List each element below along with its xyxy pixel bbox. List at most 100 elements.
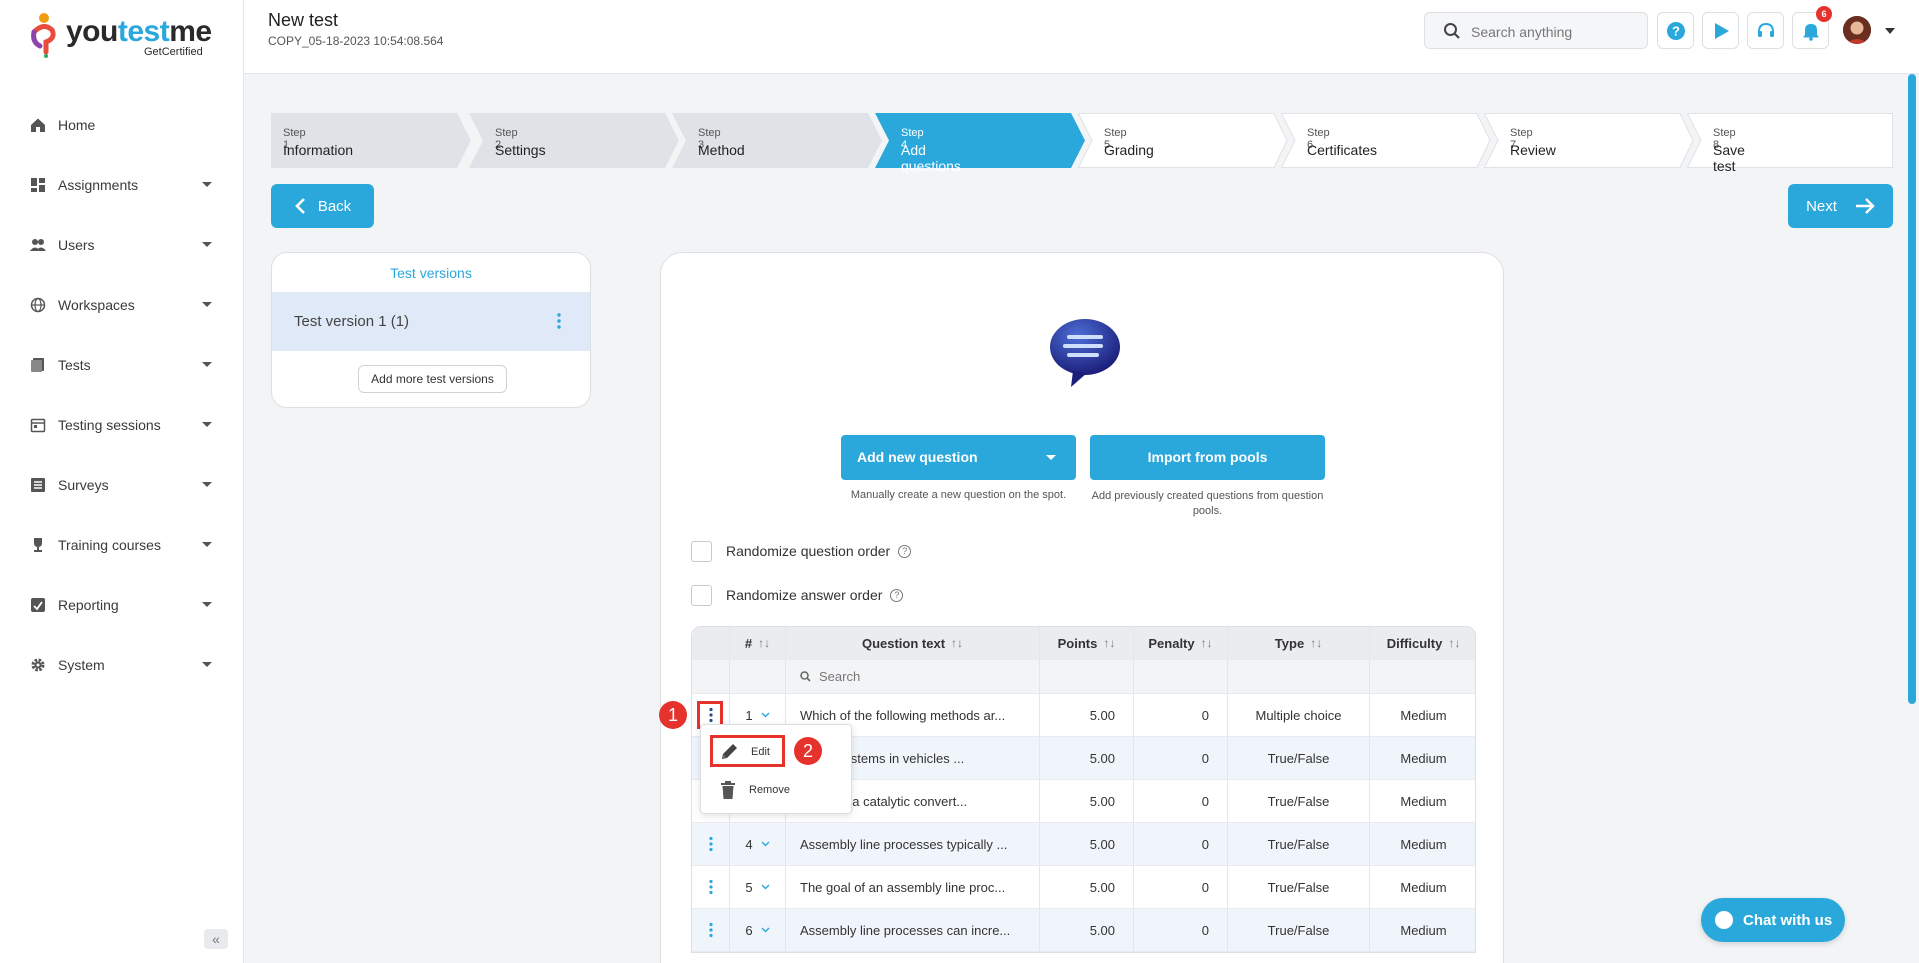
sidebar-nav: Home Assignments Users Workspaces Tests …: [0, 95, 244, 695]
table-row[interactable]: 4 Assembly line processes typically ... …: [692, 823, 1475, 866]
logo[interactable]: youtestme GetCertified: [30, 10, 220, 60]
chevron-down-icon[interactable]: [761, 712, 770, 718]
page-scrollbar[interactable]: [1908, 74, 1916, 704]
back-button-label: Back: [317, 197, 352, 215]
sidebar-item-label: Assignments: [58, 177, 139, 193]
sort-icon: ↑↓: [1103, 636, 1116, 650]
step-name: Review: [1510, 142, 1556, 158]
back-button[interactable]: Back: [271, 184, 374, 228]
more-vertical-icon[interactable]: [708, 922, 713, 938]
sidebar-item-training-courses[interactable]: Training courses: [0, 515, 244, 575]
header-question-text[interactable]: Question text ↑↓: [786, 627, 1040, 659]
sidebar-item-reporting[interactable]: Reporting: [0, 575, 244, 635]
add-new-question-button[interactable]: Add new question: [841, 435, 1076, 480]
arrow-right-icon: [1855, 198, 1875, 214]
search-input[interactable]: Search anything: [1424, 12, 1648, 49]
filter-cell: [730, 660, 786, 693]
help-circle-icon[interactable]: ?: [898, 544, 912, 558]
play-button[interactable]: [1702, 12, 1739, 49]
list-icon: [31, 478, 45, 492]
sort-icon: ↑↓: [758, 636, 771, 650]
chevron-down-icon[interactable]: [1885, 28, 1895, 34]
sort-icon: ↑↓: [1200, 636, 1213, 650]
import-from-pools-button[interactable]: Import from pools: [1090, 435, 1325, 480]
sidebar-item-home[interactable]: Home: [0, 95, 244, 155]
points-cell: 5.00: [1040, 694, 1134, 736]
support-button[interactable]: [1747, 12, 1784, 49]
row-number-cell: 4: [730, 823, 786, 865]
chevron-down-icon[interactable]: [761, 927, 770, 933]
sidebar-item-label: Testing sessions: [58, 417, 161, 433]
filter-cell: [692, 660, 730, 693]
question-search-input[interactable]: Search: [786, 660, 1040, 693]
sidebar-item-label: Workspaces: [58, 297, 135, 313]
sidebar-item-workspaces[interactable]: Workspaces: [0, 275, 244, 335]
chevron-down-icon: [202, 542, 212, 547]
difficulty-cell: Medium: [1400, 707, 1447, 723]
more-vertical-icon[interactable]: [708, 879, 713, 895]
test-version-row[interactable]: Test version 1 (1): [272, 293, 590, 351]
header-type[interactable]: Type ↑↓: [1228, 627, 1370, 659]
chat-icon: [1715, 911, 1733, 929]
header-number[interactable]: # ↑↓: [730, 627, 786, 659]
more-vertical-icon[interactable]: [708, 836, 713, 852]
chevron-down-icon: [202, 182, 212, 187]
sidebar-item-surveys[interactable]: Surveys: [0, 455, 244, 515]
globe-icon: [30, 297, 46, 313]
more-vertical-icon[interactable]: [556, 311, 562, 331]
notifications-button[interactable]: 6: [1792, 6, 1832, 49]
randomize-answers-row: Randomize answer order ?: [691, 584, 904, 606]
sidebar-item-tests[interactable]: Tests: [0, 335, 244, 395]
header-question-text-label: Question text: [861, 635, 946, 651]
sidebar-item-users[interactable]: Users: [0, 215, 244, 275]
randomize-answers-checkbox[interactable]: [691, 584, 712, 606]
sidebar: youtestme GetCertified Home Assignments …: [0, 0, 244, 963]
logo-text-part2: test: [117, 15, 170, 48]
add-test-versions-button[interactable]: Add more test versions: [358, 365, 507, 393]
sidebar-item-system[interactable]: System: [0, 635, 244, 695]
type-cell: True/False: [1228, 823, 1370, 865]
sidebar-item-assignments[interactable]: Assignments: [0, 155, 244, 215]
headset-icon: [1757, 22, 1774, 37]
chevron-down-icon: [202, 602, 212, 607]
chevron-down-icon: [202, 422, 212, 427]
type-cell: True/False: [1228, 866, 1370, 908]
calendar-icon: [30, 418, 46, 433]
help-circle-icon[interactable]: ?: [890, 588, 904, 602]
chevron-down-icon: [202, 242, 212, 247]
step-name: Certificates: [1307, 142, 1378, 158]
table-row[interactable]: 5 The goal of an assembly line proc... 5…: [692, 866, 1475, 909]
sidebar-item-label: System: [58, 657, 105, 673]
randomize-questions-checkbox[interactable]: [691, 540, 712, 562]
type-cell: True/False: [1228, 909, 1370, 951]
header-penalty[interactable]: Penalty ↑↓: [1134, 627, 1228, 659]
chevron-down-icon: [1046, 455, 1056, 460]
row-number: 6: [745, 922, 753, 938]
help-button[interactable]: ?: [1657, 12, 1694, 49]
row-number: 5: [745, 879, 753, 895]
filter-cell: [1228, 660, 1370, 693]
collapse-sidebar-button[interactable]: «: [204, 929, 228, 949]
chevron-down-icon[interactable]: [761, 841, 770, 847]
chevron-down-icon[interactable]: [761, 884, 770, 890]
home-icon: [31, 118, 45, 132]
randomize-questions-row: Randomize question order ?: [691, 540, 912, 562]
sidebar-item-label: Tests: [58, 357, 91, 373]
chat-with-us-button[interactable]: Chat with us: [1701, 898, 1845, 942]
remove-menu-item[interactable]: Remove: [701, 775, 851, 805]
users-icon: [30, 239, 46, 251]
remove-menu-label: Remove: [749, 784, 790, 796]
points-cell: 5.00: [1040, 780, 1134, 822]
table-filter-row: Search: [692, 660, 1475, 694]
header-difficulty[interactable]: Difficulty ↑↓: [1370, 627, 1475, 659]
step-name: Method: [698, 142, 745, 158]
next-button[interactable]: Next: [1788, 184, 1893, 228]
table-row[interactable]: 6 Assembly line processes can incre... 5…: [692, 909, 1475, 952]
header-points[interactable]: Points ↑↓: [1040, 627, 1134, 659]
import-hint: Add previously created questions from qu…: [1091, 490, 1324, 517]
sort-icon: ↑↓: [951, 636, 964, 650]
sidebar-item-testing-sessions[interactable]: Testing sessions: [0, 395, 244, 455]
avatar[interactable]: [1843, 16, 1871, 44]
question-text-cell: Assembly line processes can incre...: [786, 909, 1040, 951]
chevron-down-icon: [202, 482, 212, 487]
